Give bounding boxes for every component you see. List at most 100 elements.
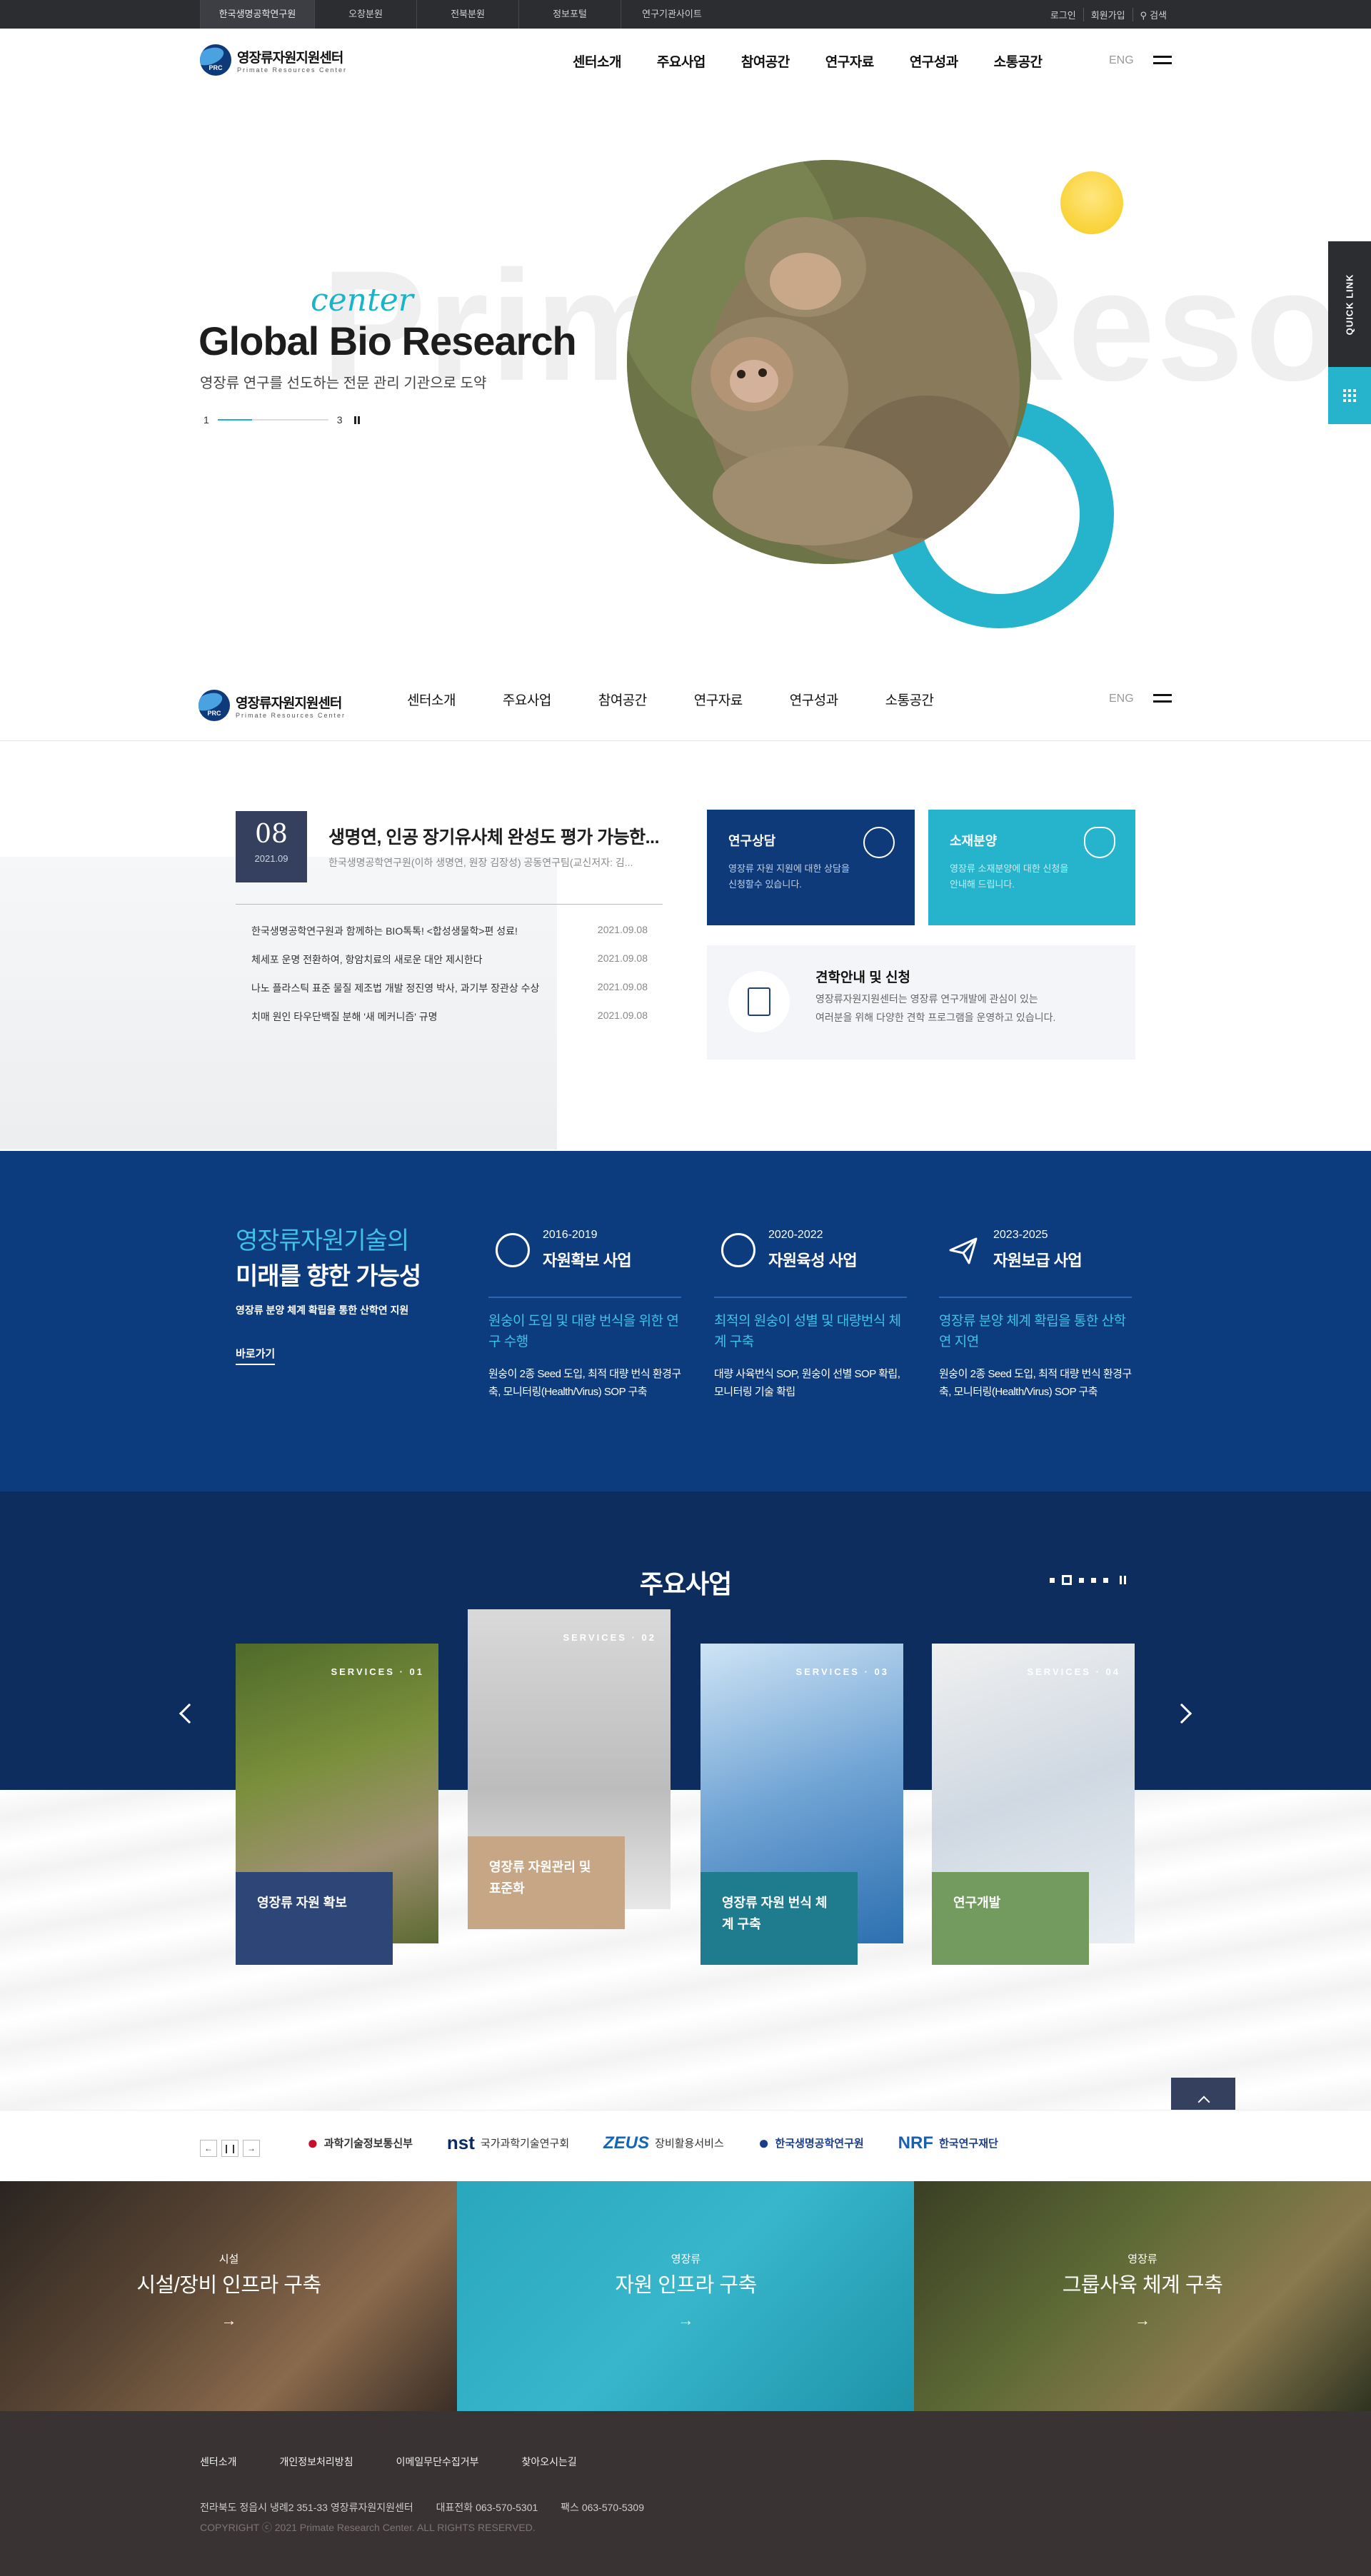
- pause-icon[interactable]: [353, 416, 360, 424]
- list-item[interactable]: 한국생명공학연구원과 함께하는 BIO톡톡! <합성생물학>편 성료! 2021.…: [251, 924, 648, 952]
- tech-band: [0, 1151, 1371, 1491]
- site-jeonbuk[interactable]: 전북분원: [416, 0, 518, 29]
- site-portal[interactable]: 정보포털: [518, 0, 621, 29]
- site-kribb[interactable]: 한국생명공학연구원: [200, 0, 314, 29]
- footer-link-directions[interactable]: 찾아오시는길: [522, 2455, 577, 2469]
- quick-menu-button[interactable]: [1328, 367, 1371, 424]
- service-card-2[interactable]: SERVICES · 02 영장류 자원관리 및 표준화: [468, 1609, 671, 1931]
- phone-icon: [863, 827, 895, 858]
- login-link[interactable]: 로그인: [1043, 8, 1083, 21]
- lang-eng[interactable]: ENG: [1109, 54, 1134, 67]
- supply-card[interactable]: 소재분양 영장류 소재분양에 대한 신청을 안내해 드립니다.: [928, 810, 1135, 925]
- hero-subtitle: 영장류 연구를 선도하는 전문 관리 기관으로 도약: [200, 376, 487, 391]
- logo-subtitle: Primate Resources Center: [237, 66, 348, 74]
- services-pager: [1050, 1575, 1126, 1585]
- hero-title: Global Bio Research: [199, 318, 577, 363]
- news-summary: 한국생명공학연구원(이하 생명연, 원장 김장성) 공동연구팀(교신저자: 김.…: [328, 857, 633, 868]
- partner-controls: ← ❙❙ →: [200, 2140, 264, 2157]
- pager-dot[interactable]: [1091, 1577, 1096, 1583]
- main-nav: 센터소개 주요사업 참여공간 연구자료 연구성과 소통공간: [573, 51, 1043, 71]
- list-item[interactable]: 치매 원인 타우단백질 분해 '새 메커니즘' 규명 2021.09.08: [251, 1010, 648, 1038]
- family-sites: 한국생명공학연구원 오창분원 전북분원 정보포털 연구기관사이트: [200, 0, 723, 29]
- service-card-1[interactable]: SERVICES · 01 영장류 자원 확보: [236, 1644, 438, 1965]
- paper-plane-icon: [946, 1233, 980, 1267]
- service-card-3[interactable]: SERVICES · 03 영장류 자원 번식 체계 구축: [700, 1644, 903, 1965]
- site-research-institutes[interactable]: 연구기관사이트: [621, 0, 723, 29]
- next-icon[interactable]: →: [243, 2140, 260, 2157]
- pause-icon[interactable]: ❙❙: [221, 2140, 238, 2157]
- divider: [236, 904, 663, 905]
- header: PRC 영장류자원지원센터 Primate Resources Center 센…: [0, 29, 1371, 93]
- partner-logos: ● 과학기술정보통신부 nst 국가과학기술연구회 ZEUS 장비활용서비스 ● 한국생…: [307, 2132, 1033, 2154]
- partner-msit[interactable]: ● 과학기술정보통신부: [307, 2132, 413, 2154]
- news-date-box: 08 2021.09: [236, 811, 307, 882]
- services-title: 주요사업: [639, 1569, 732, 1599]
- logo[interactable]: PRC 영장류자원지원센터 Primate Resources Center: [200, 44, 347, 76]
- footer-link-about[interactable]: 센터소개: [200, 2455, 237, 2469]
- sticky-header: PRC 영장류자원지원센터 Primate Resources Center 센…: [0, 671, 1371, 741]
- hero-script-text: center: [311, 282, 413, 318]
- nav-achievements[interactable]: 연구성과: [790, 690, 838, 709]
- partner-nst[interactable]: nst 국가과학기술연구회: [447, 2132, 569, 2154]
- arrow-right-icon: →: [678, 2311, 694, 2329]
- sticky-logo[interactable]: PRC 영장류자원지원센터 Primate Resources Center: [199, 690, 346, 721]
- signup-link[interactable]: 회원가입: [1083, 7, 1133, 21]
- footer-address: 전라북도 정읍시 냉례2 351-33 영장류자원지원센터 대표전화 063-5…: [200, 2502, 645, 2513]
- logo-mark: PRC: [199, 690, 230, 721]
- tour-card[interactable]: 견학안내 및 신청 영장류자원지원센터는 영장류 연구개발에 관심이 있는 여러분…: [707, 945, 1135, 1060]
- nav-projects[interactable]: 주요사업: [657, 51, 705, 71]
- nav-participation[interactable]: 참여공간: [598, 690, 647, 709]
- partner-zeus[interactable]: ZEUS 장비활용서비스: [603, 2133, 724, 2153]
- site-ochang[interactable]: 오창분원: [314, 0, 416, 29]
- nav-achievements[interactable]: 연구성과: [910, 51, 958, 71]
- search-link[interactable]: ⚲ 검색: [1132, 7, 1174, 21]
- pager-dot[interactable]: [1103, 1577, 1108, 1583]
- nav-resources[interactable]: 연구자료: [694, 690, 743, 709]
- infra-facility[interactable]: 시설 시설/장비 인프라 구축 →: [0, 2181, 458, 2411]
- nav-resources[interactable]: 연구자료: [825, 51, 874, 71]
- menu-icon[interactable]: [1153, 694, 1172, 703]
- list-item[interactable]: 나노 플라스틱 표준 물질 제조법 개발 정진영 박사, 과기부 장관상 수상 2…: [251, 981, 648, 1010]
- partner-nrf[interactable]: NRF 한국연구재단: [898, 2133, 998, 2153]
- pager-dot[interactable]: [1079, 1577, 1084, 1583]
- news-month: 2021.09: [254, 853, 288, 864]
- nav-about[interactable]: 센터소개: [573, 51, 621, 71]
- checklist-icon: [728, 971, 790, 1032]
- footer-link-email-policy[interactable]: 이메일무단수집거부: [396, 2455, 479, 2469]
- news-list: 한국생명공학연구원과 함께하는 BIO톡톡! <합성생물학>편 성료! 2021.…: [251, 924, 648, 1038]
- nav-about[interactable]: 센터소개: [407, 690, 456, 709]
- pager-progress: [217, 419, 328, 421]
- news-headline[interactable]: 생명연, 인공 장기유사체 완성도 평가 가능한...: [328, 823, 660, 849]
- more-link[interactable]: 바로가기: [236, 1346, 276, 1365]
- footer-link-privacy[interactable]: 개인정보처리방침: [280, 2455, 353, 2469]
- nav-communication[interactable]: 소통공간: [994, 51, 1043, 71]
- nav-projects[interactable]: 주요사업: [503, 690, 551, 709]
- logo-title: 영장류자원지원센터: [237, 50, 343, 66]
- infra-resource[interactable]: 영장류 자원 인프라 구축 →: [457, 2181, 915, 2411]
- arrow-right-icon: →: [221, 2311, 237, 2329]
- pager-dot[interactable]: [1050, 1577, 1055, 1583]
- consult-card[interactable]: 연구상담 영장류 자원 지원에 대한 상담을 신청할수 있습니다.: [707, 810, 915, 925]
- infra-group-breeding[interactable]: 영장류 그룹사육 체계 구축 →: [914, 2181, 1371, 2411]
- util-menu: 로그인 회원가입 ⚲ 검색: [1043, 0, 1174, 29]
- service-card-4[interactable]: SERVICES · 04 연구개발: [932, 1644, 1135, 1965]
- heart-plus-icon: [1084, 827, 1115, 858]
- logo-mark: PRC: [200, 44, 231, 76]
- target-icon: [721, 1233, 755, 1267]
- grid-icon: [1343, 389, 1356, 402]
- services-section: [0, 1491, 1371, 1790]
- sticky-nav: 센터소개 주요사업 참여공간 연구자료 연구성과 소통공간: [407, 690, 934, 709]
- pause-icon[interactable]: [1120, 1576, 1126, 1584]
- quick-link-toggle[interactable]: QUICK LINK: [1328, 241, 1371, 367]
- menu-icon[interactable]: [1153, 56, 1172, 64]
- nav-participation[interactable]: 참여공간: [741, 51, 790, 71]
- logo-subtitle: Primate Resources Center: [236, 711, 346, 719]
- nav-communication[interactable]: 소통공간: [885, 690, 934, 709]
- pager-dot-active[interactable]: [1062, 1575, 1072, 1585]
- partner-kribb[interactable]: ● 한국생명공학연구원: [758, 2132, 864, 2154]
- prev-icon[interactable]: ←: [200, 2140, 217, 2157]
- pager-current: 1: [204, 414, 209, 426]
- list-item[interactable]: 체세포 운명 전환하여, 항암치료의 새로운 대안 제시한다 2021.09.08: [251, 952, 648, 981]
- monkey-illustration: [627, 160, 1031, 564]
- lang-eng[interactable]: ENG: [1109, 693, 1134, 705]
